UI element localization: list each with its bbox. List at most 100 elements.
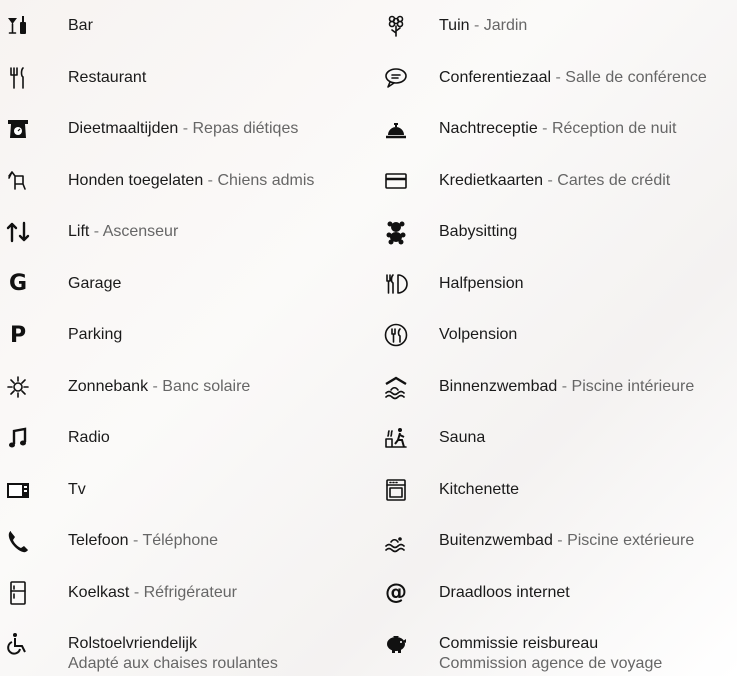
amenity-name-fr: Commission agence de voyage	[439, 655, 663, 672]
flower-icon	[378, 8, 414, 44]
amenity-name-fr: Réception de nuit	[551, 120, 677, 137]
amenity-name-fr: Chiens admis	[217, 171, 315, 189]
amenity-name-nl: Conferentiezaal	[439, 68, 552, 86]
amenity-name-nl: Honden toegelaten	[68, 171, 204, 189]
amenity-row: Lift - Ascenseur	[0, 206, 370, 258]
amenity-row: Bar	[0, 0, 370, 52]
amenity-label: Buitenzwembad - Piscine extérieure	[439, 515, 694, 551]
amenity-row: Rolstoelvriendelijk Adapté aux chaises ro…	[0, 618, 370, 672]
amenity-label: Zonnebank - Banc solaire	[68, 361, 250, 397]
separator: -	[469, 17, 484, 34]
separator: -	[551, 68, 566, 86]
amenity-name-nl: Parking	[68, 326, 123, 343]
amenity-name-nl: Commissie reisbureau	[439, 635, 599, 652]
amenity-name-nl: Babysitting	[439, 223, 518, 240]
dog-icon	[0, 163, 36, 199]
amenity-name-nl: Tuin	[439, 17, 470, 34]
outdoor-pool-icon	[378, 523, 414, 559]
restaurant-cutlery-icon	[0, 60, 36, 96]
amenity-label: Commissie reisbureau Commission agence de…	[439, 618, 662, 674]
amenity-name-nl: Telefoon	[68, 532, 129, 549]
amenity-name-nl: Kredietkaarten	[439, 171, 544, 189]
amenity-label: Tv	[68, 464, 86, 500]
amenity-row: @ Draadloos internet	[375, 567, 737, 619]
piggy-bank-icon	[378, 626, 414, 662]
amenity-name-nl: Binnenzwembad	[439, 377, 558, 395]
amenity-name-nl: Volpension	[439, 326, 518, 343]
amenity-name-nl: Bar	[68, 17, 93, 34]
full-board-icon	[378, 317, 414, 353]
separator: -	[89, 223, 103, 240]
amenity-name-fr: Réfrigérateur	[143, 583, 237, 601]
amenity-label: Honden toegelaten - Chiens admis	[68, 155, 314, 191]
amenity-label: Bar	[68, 0, 93, 36]
amenity-label: Koelkast - Réfrigérateur	[68, 567, 237, 603]
amenity-name-nl: Nachtreceptie	[439, 120, 538, 137]
credit-card-icon	[378, 163, 414, 199]
amenity-name-nl: Tv	[68, 480, 86, 498]
amenity-name-nl: Draadloos internet	[439, 583, 570, 601]
separator: -	[552, 532, 568, 549]
amenity-label: Lift - Ascenseur	[68, 206, 178, 242]
fridge-icon	[0, 575, 36, 611]
amenity-row: Restaurant	[0, 52, 370, 104]
amenity-name-nl: Buitenzwembad	[439, 532, 553, 549]
amenity-row: Kredietkaarten - Cartes de crédit	[375, 155, 737, 207]
amenity-row: Commissie reisbureau Commission agence de…	[375, 618, 737, 672]
amenity-row: Koelkast - Réfrigérateur	[0, 567, 370, 619]
amenity-name-fr: Téléphone	[142, 532, 219, 549]
amenity-name-nl: Restaurant	[68, 68, 147, 86]
amenity-row: Tuin - Jardin	[375, 0, 737, 52]
amenities-column-right: Tuin - Jardin Conferentiezaal - Salle de …	[375, 0, 737, 672]
parking-p-icon: P	[9, 322, 27, 348]
amenity-label: Babysitting	[439, 206, 517, 242]
half-board-icon	[378, 266, 414, 302]
amenity-label: Tuin - Jardin	[439, 0, 527, 36]
amenity-label: Draadloos internet	[439, 567, 570, 603]
teddy-bear-icon	[378, 214, 414, 250]
amenity-name-nl: Zonnebank	[68, 377, 149, 395]
amenity-row: Volpension	[375, 309, 737, 361]
amenity-label: Kredietkaarten - Cartes de crédit	[439, 155, 670, 191]
amenity-name-nl: Koelkast	[68, 583, 130, 601]
amenity-row: P Parking	[0, 309, 370, 361]
amenity-label: Volpension	[439, 309, 517, 345]
amenity-label: Nachtreceptie - Réception de nuit	[439, 103, 676, 139]
lift-arrows-icon	[0, 214, 36, 250]
amenity-label: Kitchenette	[439, 464, 519, 500]
amenity-name-fr: Jardin	[483, 17, 528, 34]
amenity-row: Kitchenette	[375, 464, 737, 516]
amenity-name-nl: Sauna	[439, 429, 486, 446]
separator: -	[203, 171, 218, 189]
amenity-row: Telefoon - Téléphone	[0, 515, 370, 567]
wheelchair-icon	[0, 626, 36, 662]
amenity-label: Dieetmaaltijden - Repas diétiqes	[68, 103, 298, 139]
indoor-pool-icon	[378, 369, 414, 405]
separator: -	[537, 120, 552, 137]
amenity-label: Binnenzwembad - Piscine intérieure	[439, 361, 694, 397]
amenity-label: Halfpension	[439, 258, 524, 294]
amenity-row: G Garage	[0, 258, 370, 310]
separator: -	[148, 377, 163, 395]
separator: -	[178, 120, 193, 137]
amenity-name-fr: Ascenseur	[102, 223, 179, 240]
amenity-row: Honden toegelaten - Chiens admis	[0, 155, 370, 207]
sun-icon	[0, 369, 36, 405]
amenity-row: Dieetmaaltijden - Repas diétiqes	[0, 103, 370, 155]
amenities-column-left: Bar Restaurant Dieetmaaltijden - Repas dié…	[0, 0, 370, 672]
amenity-label: Parking	[68, 309, 122, 345]
at-sign-icon: @	[385, 580, 407, 605]
amenity-name-nl: Dieetmaaltijden	[68, 120, 179, 137]
amenity-row: Babysitting	[375, 206, 737, 258]
amenity-name-nl: Radio	[68, 429, 110, 446]
amenity-name-nl: Halfpension	[439, 274, 524, 292]
music-note-icon	[0, 420, 36, 456]
speech-bubble-icon	[378, 60, 414, 96]
amenity-label: Garage	[68, 258, 121, 294]
amenity-row: Tv	[0, 464, 370, 516]
amenity-label: Telefoon - Téléphone	[68, 515, 218, 551]
amenity-name-fr: Piscine intérieure	[571, 377, 695, 395]
kitchenette-icon	[378, 472, 414, 508]
amenity-name-fr: Piscine extérieure	[567, 532, 695, 549]
sauna-icon	[378, 420, 414, 456]
